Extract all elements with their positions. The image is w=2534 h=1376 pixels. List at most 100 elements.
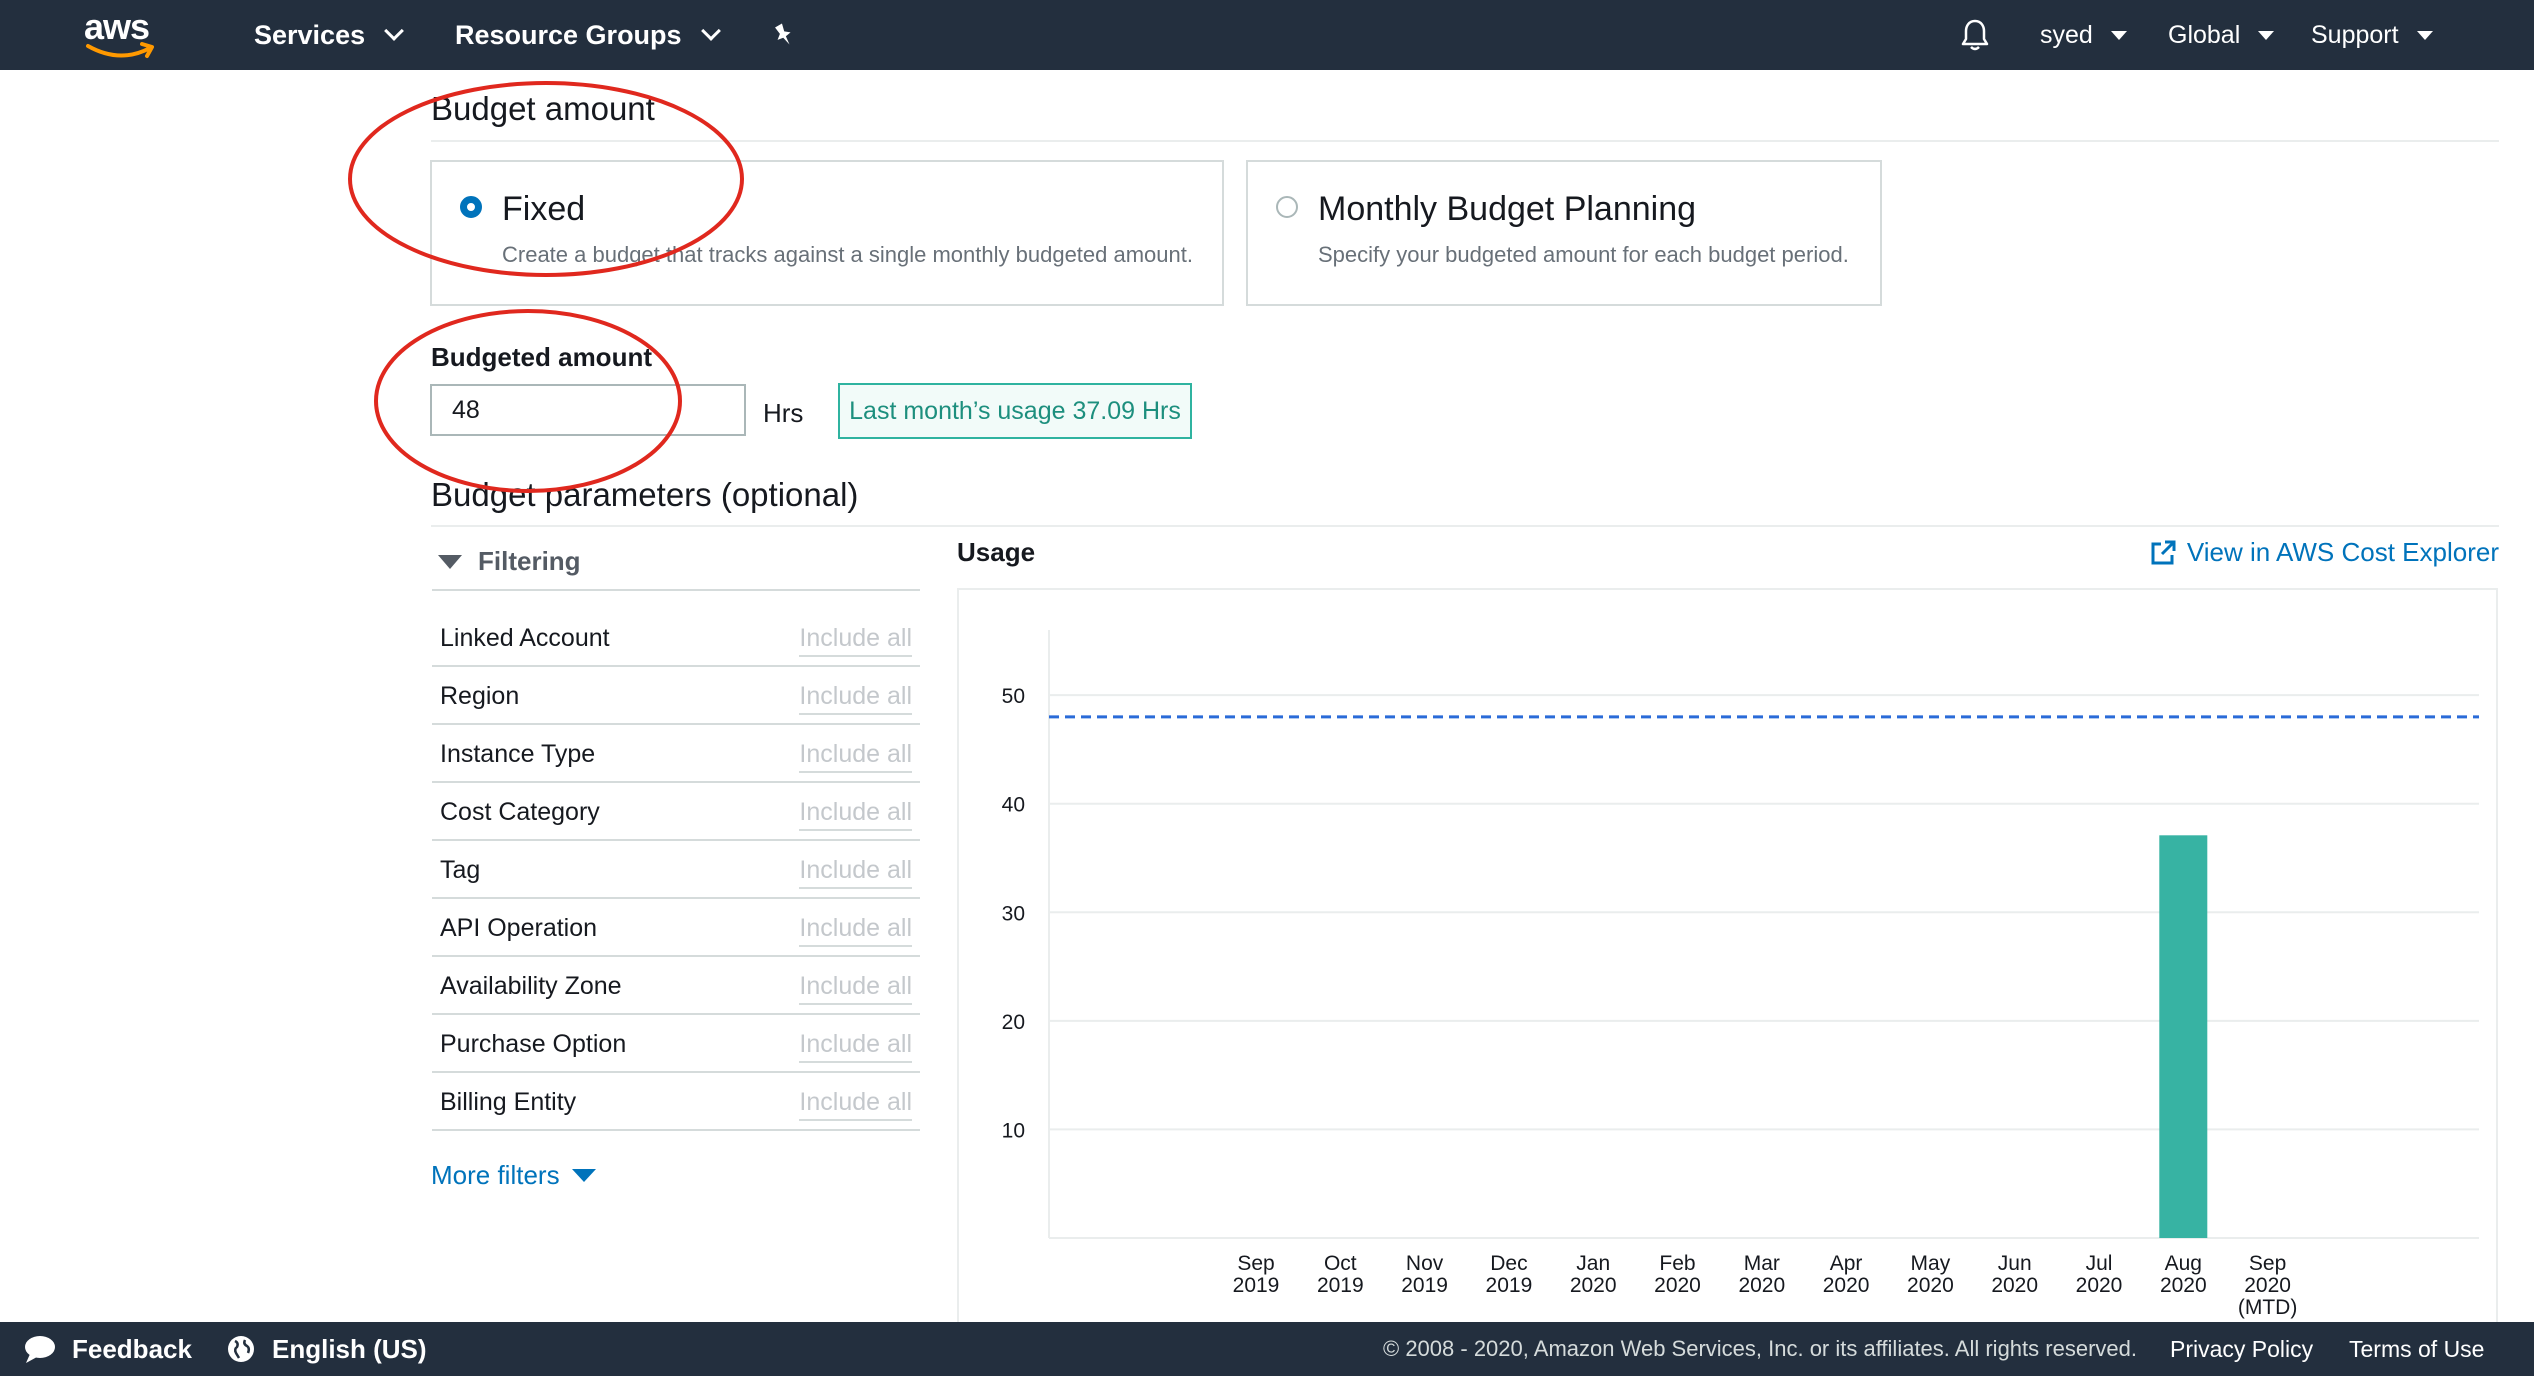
budget-parameters-heading: Budget parameters (optional): [431, 476, 859, 513]
filter-value-link[interactable]: Include all: [799, 856, 912, 889]
aws-smile-icon: [86, 42, 154, 58]
pin-button[interactable]: [772, 0, 796, 70]
filter-row: Instance Type Include all: [432, 724, 920, 783]
fixed-option-title: Fixed: [502, 190, 586, 228]
filter-name: Purchase Option: [440, 1030, 627, 1058]
services-menu[interactable]: Services: [254, 0, 405, 70]
monthly-planning-option-title: Monthly Budget Planning: [1318, 190, 1697, 228]
aws-logo[interactable]: aws: [84, 6, 164, 64]
x-tick-label: May: [1911, 1252, 1951, 1275]
more-filters-label: More filters: [431, 1160, 560, 1190]
y-tick-label: 20: [1002, 1011, 1025, 1034]
monthly-planning-option-card[interactable]: Monthly Budget Planning Specify your bud…: [1246, 160, 1882, 306]
filter-row: Cost Category Include all: [432, 782, 920, 841]
x-tick-label: 2020: [1738, 1274, 1785, 1297]
divider: [432, 589, 920, 591]
filter-value-link[interactable]: Include all: [799, 972, 912, 1005]
more-filters-link[interactable]: More filters: [431, 1160, 596, 1191]
y-tick-label: 10: [1002, 1119, 1025, 1142]
fixed-option-card[interactable]: Fixed Create a budget that tracks agains…: [430, 160, 1224, 306]
filter-name: Billing Entity: [440, 1088, 577, 1116]
filter-value-link[interactable]: Include all: [799, 624, 912, 657]
divider: [431, 140, 2499, 142]
filter-row: Purchase Option Include all: [432, 1014, 920, 1073]
view-in-cost-explorer-link[interactable]: View in AWS Cost Explorer: [2149, 537, 2499, 568]
view-in-cost-explorer-label: View in AWS Cost Explorer: [2186, 537, 2499, 567]
x-tick-label: 2020: [1654, 1274, 1701, 1297]
x-tick-label: Mar: [1744, 1252, 1780, 1275]
budget-amount-heading: Budget amount: [431, 90, 655, 127]
x-tick-label: Sep: [2249, 1252, 2286, 1275]
filtering-toggle[interactable]: Filtering: [438, 546, 581, 577]
divider: [431, 525, 2499, 527]
user-menu[interactable]: syed: [2040, 0, 2127, 70]
usage-title: Usage: [957, 537, 1036, 567]
pin-icon: [775, 23, 791, 45]
filter-name: Availability Zone: [440, 972, 622, 1000]
filter-row: Availability Zone Include all: [432, 956, 920, 1015]
chevron-down-icon: [700, 21, 721, 41]
filter-name: Cost Category: [440, 798, 600, 826]
services-label: Services: [254, 19, 366, 50]
filter-value-link[interactable]: Include all: [799, 1030, 912, 1063]
region-label: Global: [2168, 20, 2241, 49]
resource-groups-menu[interactable]: Resource Groups: [455, 0, 721, 70]
x-tick-label: Oct: [1324, 1252, 1357, 1275]
filtering-label: Filtering: [478, 546, 581, 576]
x-tick-label: Apr: [1830, 1252, 1863, 1275]
caret-down-icon: [438, 554, 462, 569]
language-selector[interactable]: English (US): [226, 1322, 427, 1376]
notifications-button[interactable]: [1960, 0, 1990, 70]
filter-row: Tag Include all: [432, 840, 920, 899]
y-tick-label: 50: [1002, 685, 1025, 708]
filter-name: Region: [440, 682, 520, 710]
feedback-label: Feedback: [72, 1333, 192, 1364]
x-tick-label: 2019: [1233, 1274, 1280, 1297]
external-link-icon: [2151, 540, 2176, 564]
filter-value-link[interactable]: Include all: [799, 798, 912, 831]
filter-value-link[interactable]: Include all: [799, 740, 912, 773]
budgeted-amount-input[interactable]: 48: [430, 384, 746, 436]
caret-down-icon: [2416, 30, 2433, 40]
y-tick-label: 40: [1002, 794, 1025, 817]
usage-chart: 10 20 30 40 50 Sep 2019 Oct 2019 Nov 2019 Dec 2019 Ja…: [957, 588, 2498, 1328]
usage-bar[interactable]: [2159, 835, 2208, 1238]
filter-name: Linked Account: [440, 624, 610, 652]
fixed-option-description: Create a budget that tracks against a si…: [502, 242, 1193, 267]
filter-row: Linked Account Include all: [432, 608, 920, 667]
filter-value-link[interactable]: Include all: [799, 914, 912, 947]
x-tick-label: 2020: [1823, 1274, 1870, 1297]
x-tick-label: 2020: [2160, 1274, 2207, 1297]
caret-down-icon: [2258, 30, 2275, 40]
privacy-policy-link[interactable]: Privacy Policy: [2170, 1322, 2313, 1376]
usage-chart-svg: 1020304050Sep2019Oct2019Nov2019Dec2019Ja…: [1002, 630, 2479, 1319]
support-label: Support: [2311, 20, 2399, 49]
fixed-radio[interactable]: [460, 196, 482, 218]
filter-value-link[interactable]: Include all: [799, 682, 912, 715]
filter-row: Billing Entity Include all: [432, 1072, 920, 1131]
x-tick-label: Dec: [1490, 1252, 1527, 1275]
amount-unit: Hrs: [763, 398, 804, 428]
filter-name: Instance Type: [440, 740, 596, 768]
x-tick-label: Feb: [1659, 1252, 1695, 1275]
x-tick-label: 2020: [2244, 1274, 2291, 1297]
support-menu[interactable]: Support: [2311, 0, 2433, 70]
monthly-planning-option-description: Specify your budgeted amount for each bu…: [1318, 242, 1849, 267]
speech-bubble-icon: [25, 1336, 55, 1363]
bell-icon: [1961, 19, 1989, 51]
x-tick-label: 2020: [1570, 1274, 1617, 1297]
filter-name: API Operation: [440, 914, 598, 942]
x-tick-label: 2020: [1907, 1274, 1954, 1297]
region-menu[interactable]: Global: [2168, 0, 2275, 70]
monthly-planning-radio[interactable]: [1276, 196, 1298, 218]
resource-groups-label: Resource Groups: [455, 19, 682, 50]
feedback-button[interactable]: Feedback: [22, 1322, 192, 1376]
x-tick-label: Jun: [1998, 1252, 2032, 1275]
copyright-text: © 2008 - 2020, Amazon Web Services, Inc.…: [1383, 1336, 2137, 1361]
x-tick-label: Sep: [1237, 1252, 1274, 1275]
terms-of-use-link[interactable]: Terms of Use: [2349, 1322, 2484, 1376]
budgeted-amount-label: Budgeted amount: [431, 342, 652, 372]
filter-value-link[interactable]: Include all: [799, 1088, 912, 1121]
x-tick-label: (MTD): [2238, 1296, 2297, 1319]
filter-name: Tag: [440, 856, 481, 884]
